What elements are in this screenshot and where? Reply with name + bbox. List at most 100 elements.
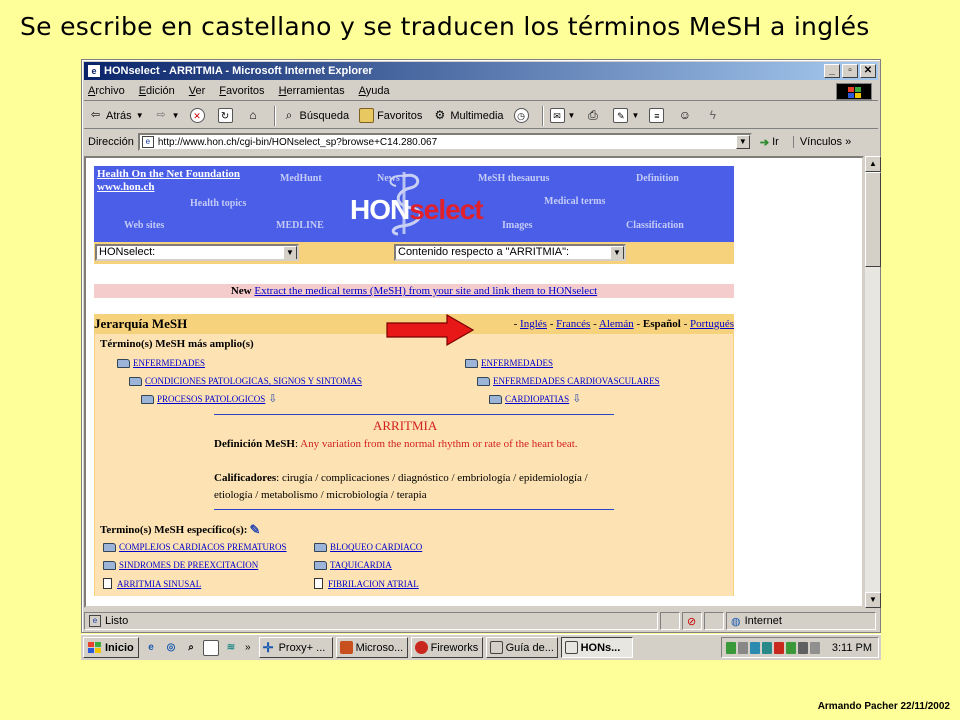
search-button[interactable]: ⌕ Búsqueda xyxy=(282,108,349,123)
tree-item[interactable]: SINDROMES DE PREEXCITACION xyxy=(103,560,258,570)
multimedia-button[interactable]: ⚙ Multimedia xyxy=(432,108,503,123)
address-dropdown-icon[interactable]: ▼ xyxy=(735,135,750,149)
banner-link-medhunt[interactable]: MedHunt xyxy=(280,173,322,184)
ie-quicklaunch-icon[interactable]: e xyxy=(143,640,159,656)
menu-ayuda[interactable]: Ayuda xyxy=(359,85,390,97)
maximize-button[interactable]: ▫ xyxy=(842,64,858,78)
vertical-scrollbar[interactable]: ▲ ▼ xyxy=(864,156,881,608)
tree-link[interactable]: ENFERMEDADES xyxy=(481,358,553,368)
banner-link-definition[interactable]: Definition xyxy=(636,173,679,184)
tree-item[interactable]: FIBRILACION ATRIAL xyxy=(314,578,419,589)
tree-item[interactable]: ENFERMEDADES xyxy=(465,358,553,368)
tree-item[interactable]: BLOQUEO CARDIACO xyxy=(314,542,422,552)
messenger-button[interactable]: ☺ xyxy=(677,108,695,123)
minimize-button[interactable]: _ xyxy=(824,64,840,78)
menu-herramientas[interactable]: Herramientas xyxy=(279,85,345,97)
links-button[interactable]: Vínculos » xyxy=(792,136,851,148)
clock[interactable]: 3:11 PM xyxy=(832,642,872,654)
favorites-button[interactable]: Favoritos xyxy=(359,108,422,123)
tree-item[interactable]: TAQUICARDIA xyxy=(314,560,392,570)
tray-icon[interactable] xyxy=(749,641,760,654)
task-fireworks[interactable]: Fireworks xyxy=(410,637,483,658)
volume-icon[interactable] xyxy=(809,641,820,654)
tree-item[interactable]: ARRITMIA SINUSAL xyxy=(103,578,201,589)
task-honselect[interactable]: HONs... xyxy=(560,637,633,658)
mail-button[interactable]: ✉ ▼ xyxy=(549,108,575,123)
tree-link[interactable]: SINDROMES DE PREEXCITACION xyxy=(119,560,258,570)
tree-item[interactable]: CARDIOPATIAS ⇩ xyxy=(489,394,582,405)
select-row: HONselect: ▼ Contenido respecto a "ARRIT… xyxy=(94,242,734,264)
title-bar[interactable]: e HONselect - ARRITMIA - Microsoft Inter… xyxy=(84,62,878,80)
tree-link[interactable]: CARDIOPATIAS xyxy=(505,394,569,404)
stop-button[interactable]: ✕ xyxy=(189,108,208,123)
task-guia[interactable]: Guía de... xyxy=(485,637,558,658)
outlook-quicklaunch-icon[interactable]: ◎ xyxy=(163,640,179,656)
notepad-quicklaunch-icon[interactable] xyxy=(203,639,219,656)
tree-link[interactable]: CONDICIONES PATOLOGICAS, SIGNOS Y SINTOM… xyxy=(145,376,362,386)
discuss-button[interactable]: ≡ xyxy=(649,108,667,123)
honselect-dropdown[interactable]: HONselect: ▼ xyxy=(95,244,299,261)
edit-button[interactable]: ✎ ▼ xyxy=(613,108,639,123)
banner-link-images[interactable]: Images xyxy=(502,220,533,231)
menu-archivo[interactable]: Archivo xyxy=(88,85,125,97)
hon-site-link[interactable]: www.hon.ch xyxy=(97,181,240,194)
lang-ingles-link[interactable]: Inglés xyxy=(520,318,547,330)
slide-title: Se escribe en castellano y se traducen l… xyxy=(20,12,870,41)
honselect-logo[interactable]: HONselect xyxy=(350,194,484,226)
tree-link[interactable]: PROCESOS PATOLOGICOS xyxy=(157,394,265,404)
start-button[interactable]: Inicio xyxy=(83,637,139,658)
lang-frances-link[interactable]: Francés xyxy=(556,318,590,330)
tree-item[interactable]: PROCESOS PATOLOGICOS ⇩ xyxy=(141,394,278,405)
tree-link[interactable]: ENFERMEDADES CARDIOVASCULARES xyxy=(493,376,660,386)
tray-icon[interactable] xyxy=(725,641,736,654)
banner-link-health-topics[interactable]: Health topics xyxy=(190,198,246,209)
tree-link[interactable]: COMPLEJOS CARDIACOS PREMATUROS xyxy=(119,542,287,552)
refresh-button[interactable]: ↻ xyxy=(217,108,236,123)
banner-link-mesh-thesaurus[interactable]: MeSH thesaurus xyxy=(478,173,549,184)
proxy-icon: ✛ xyxy=(262,640,274,655)
tree-item[interactable]: ENFERMEDADES CARDIOVASCULARES xyxy=(477,376,660,386)
tree-item[interactable]: CONDICIONES PATOLOGICAS, SIGNOS Y SINTOM… xyxy=(129,376,362,386)
banner-link-medical-terms[interactable]: Medical terms xyxy=(544,196,605,207)
home-button[interactable]: ⌂ xyxy=(246,108,264,123)
tree-link[interactable]: TAQUICARDIA xyxy=(330,560,392,570)
tree-link[interactable]: ENFERMEDADES xyxy=(133,358,205,368)
scroll-up-icon[interactable]: ▲ xyxy=(865,156,881,172)
go-button[interactable]: ➔ Ir xyxy=(760,136,779,149)
menu-edicion[interactable]: Edición xyxy=(139,85,175,97)
close-button[interactable]: ✕ xyxy=(860,64,876,78)
forward-button[interactable]: ⇨ ▼ xyxy=(154,108,180,123)
menu-ver[interactable]: Ver xyxy=(189,85,206,97)
address-input[interactable]: e http://www.hon.ch/cgi-bin/HONselect_sp… xyxy=(137,133,752,151)
tree-item[interactable]: ENFERMEDADES xyxy=(117,358,205,368)
print-button[interactable]: ⎙ xyxy=(585,108,603,123)
banner-link-classification[interactable]: Classification xyxy=(626,220,684,231)
banner-link-medline[interactable]: MEDLINE xyxy=(276,220,324,231)
banner-link-web-sites[interactable]: Web sites xyxy=(124,220,164,231)
menu-favoritos[interactable]: Favoritos xyxy=(219,85,264,97)
back-button[interactable]: ⇦ Atrás ▼ xyxy=(88,108,144,123)
related-button[interactable]: ϟ xyxy=(705,108,723,123)
content-dropdown[interactable]: Contenido respecto a "ARRITMIA": ▼ xyxy=(394,244,626,261)
lang-portugues-link[interactable]: Portugués xyxy=(690,318,734,330)
scroll-thumb[interactable] xyxy=(865,172,881,267)
desktop-quicklaunch-icon[interactable]: ≋ xyxy=(223,640,239,656)
tray-icon[interactable] xyxy=(785,641,796,654)
tray-icon[interactable] xyxy=(737,641,748,654)
extract-terms-link[interactable]: Extract the medical terms (MeSH) from yo… xyxy=(254,285,597,297)
foundation-link[interactable]: Health On the Net Foundation xyxy=(97,168,240,181)
task-proxy[interactable]: ✛ Proxy+ ... xyxy=(258,637,333,658)
scroll-down-icon[interactable]: ▼ xyxy=(865,592,881,608)
task-microsoft[interactable]: Microso... xyxy=(335,637,408,658)
search-quicklaunch-icon[interactable]: ⌕ xyxy=(183,640,199,656)
tree-link[interactable]: BLOQUEO CARDIACO xyxy=(330,542,422,552)
lang-aleman-link[interactable]: Alemán xyxy=(599,318,634,330)
tree-link[interactable]: ARRITMIA SINUSAL xyxy=(117,579,201,589)
tray-icon[interactable] xyxy=(773,641,784,654)
status-cell xyxy=(704,612,724,630)
tray-icon[interactable] xyxy=(797,641,808,654)
tree-link[interactable]: FIBRILACION ATRIAL xyxy=(328,579,419,589)
history-button[interactable]: ◷ xyxy=(513,108,532,123)
tree-item[interactable]: COMPLEJOS CARDIACOS PREMATUROS xyxy=(103,542,287,552)
tray-icon[interactable] xyxy=(761,641,772,654)
